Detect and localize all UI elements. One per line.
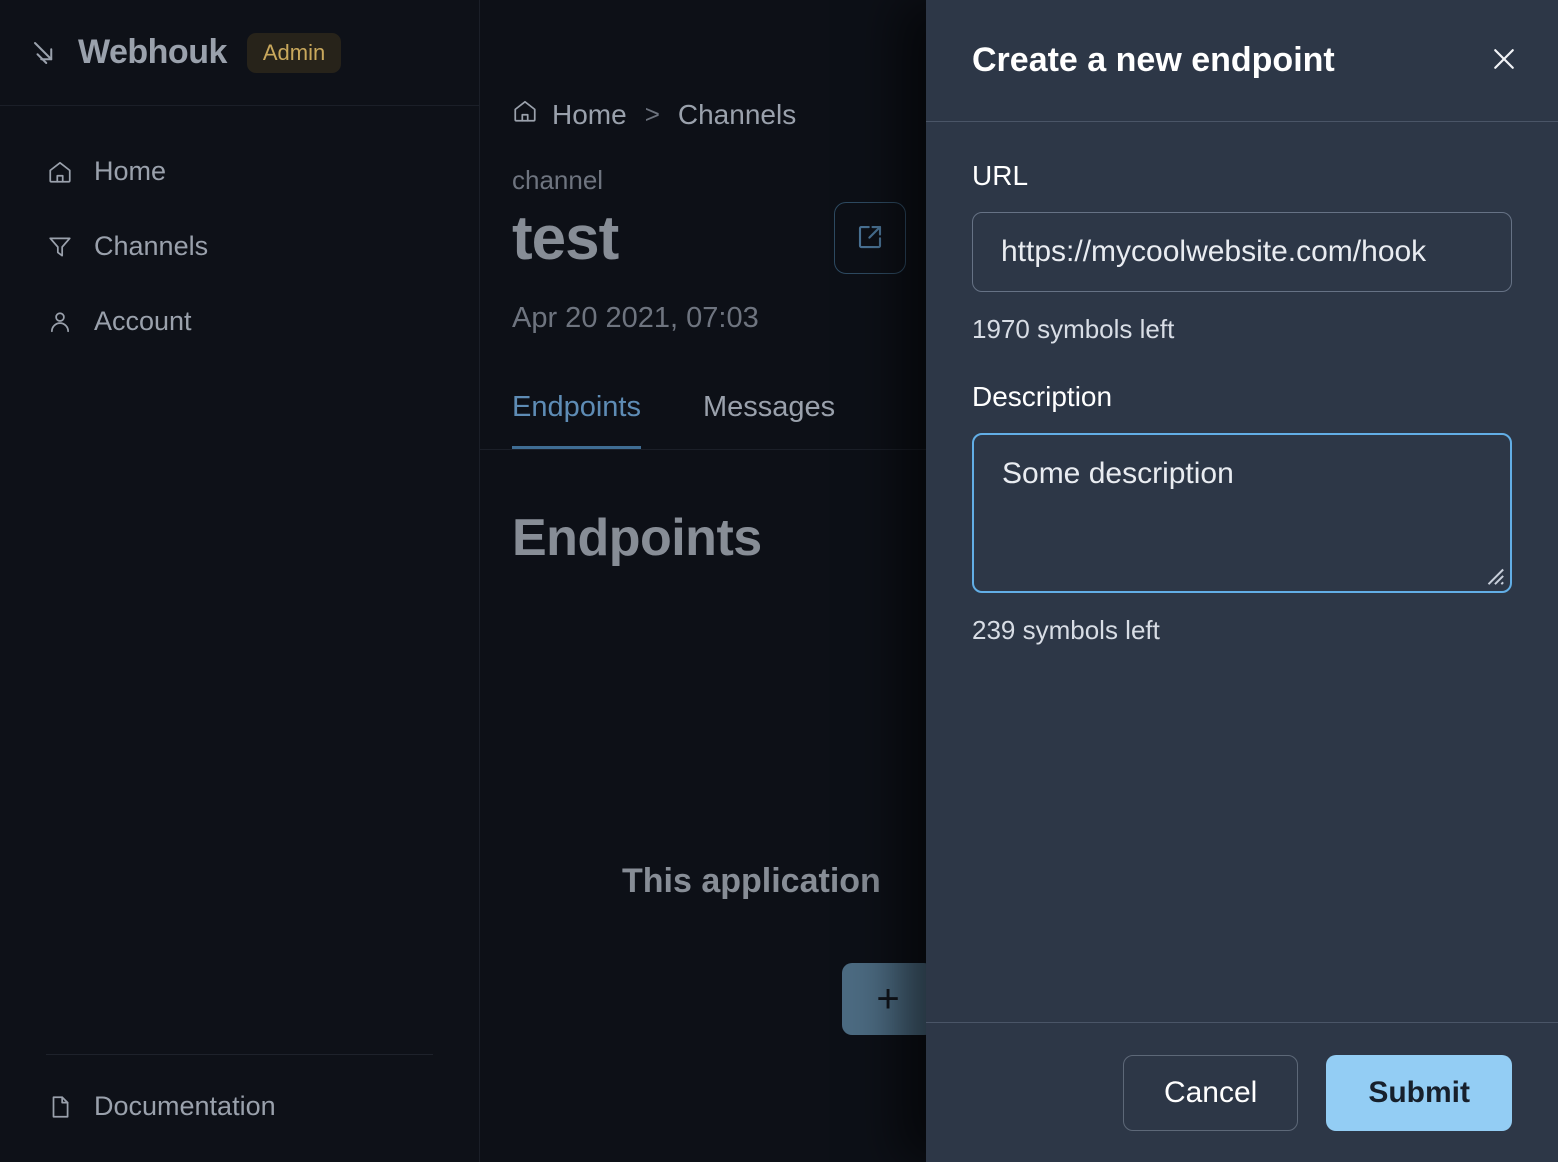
sidebar-item-label: Account bbox=[94, 306, 192, 336]
home-icon bbox=[46, 158, 74, 186]
breadcrumb-home[interactable]: Home bbox=[512, 98, 627, 131]
sidebar-item-label: Documentation bbox=[94, 1091, 276, 1121]
panel-header: Create a new endpoint bbox=[926, 0, 1558, 122]
tab-endpoints[interactable]: Endpoints bbox=[512, 391, 641, 449]
sidebar-footer: Documentation bbox=[0, 1054, 479, 1162]
app-root: Webhouk Admin Home Channels Account Docu… bbox=[0, 0, 1558, 1162]
funnel-icon bbox=[46, 233, 74, 261]
sidebar-item-documentation[interactable]: Documentation bbox=[46, 1091, 433, 1122]
user-icon bbox=[46, 308, 74, 336]
breadcrumb-separator: > bbox=[644, 99, 660, 129]
close-icon bbox=[1489, 44, 1519, 77]
panel-body: URL 1970 symbols left Description 239 sy… bbox=[926, 122, 1558, 1022]
sidebar: Webhouk Admin Home Channels Account Docu… bbox=[0, 0, 480, 1162]
external-link-icon bbox=[855, 222, 885, 255]
sidebar-item-label: Home bbox=[94, 156, 167, 186]
sidebar-item-home[interactable]: Home bbox=[0, 134, 479, 209]
sidebar-item-label: Channels bbox=[94, 231, 209, 261]
description-label: Description bbox=[972, 381, 1113, 412]
file-icon bbox=[46, 1093, 74, 1121]
sidebar-item-channels[interactable]: Channels bbox=[0, 209, 479, 284]
url-label: URL bbox=[972, 160, 1029, 191]
add-endpoint-button[interactable]: + bbox=[842, 963, 934, 1035]
brand[interactable]: Webhouk Admin bbox=[0, 0, 479, 106]
tab-messages[interactable]: Messages bbox=[703, 391, 835, 449]
breadcrumb-home-label: Home bbox=[552, 98, 627, 130]
url-input[interactable] bbox=[972, 212, 1512, 292]
close-button[interactable] bbox=[1482, 39, 1526, 83]
panel-title: Create a new endpoint bbox=[972, 41, 1335, 79]
admin-badge: Admin bbox=[246, 32, 342, 73]
panel-footer: Cancel Submit bbox=[926, 1022, 1558, 1162]
home-icon bbox=[512, 98, 538, 131]
description-hint: 239 symbols left bbox=[972, 615, 1160, 645]
description-field-group: Description 239 symbols left bbox=[972, 381, 1512, 646]
sidebar-nav: Home Channels Account bbox=[0, 106, 479, 1054]
page-title: test bbox=[512, 203, 619, 273]
description-input-wrap bbox=[972, 433, 1512, 593]
submit-button[interactable]: Submit bbox=[1326, 1054, 1512, 1131]
empty-state-text: This application bbox=[622, 862, 881, 900]
arrow-hook-icon bbox=[28, 36, 62, 70]
divider bbox=[46, 1054, 433, 1055]
create-endpoint-panel: Create a new endpoint URL 1970 symbols l… bbox=[926, 0, 1558, 1162]
breadcrumb-channels[interactable]: Channels bbox=[678, 99, 796, 131]
brand-name: Webhouk bbox=[78, 33, 227, 71]
plus-icon: + bbox=[876, 976, 900, 1021]
cancel-button[interactable]: Cancel bbox=[1122, 1054, 1299, 1131]
sidebar-item-account[interactable]: Account bbox=[0, 284, 479, 359]
url-hint: 1970 symbols left bbox=[972, 314, 1175, 344]
url-field-group: URL 1970 symbols left bbox=[972, 160, 1512, 345]
external-link-button[interactable] bbox=[834, 202, 907, 274]
description-textarea[interactable] bbox=[972, 433, 1512, 593]
